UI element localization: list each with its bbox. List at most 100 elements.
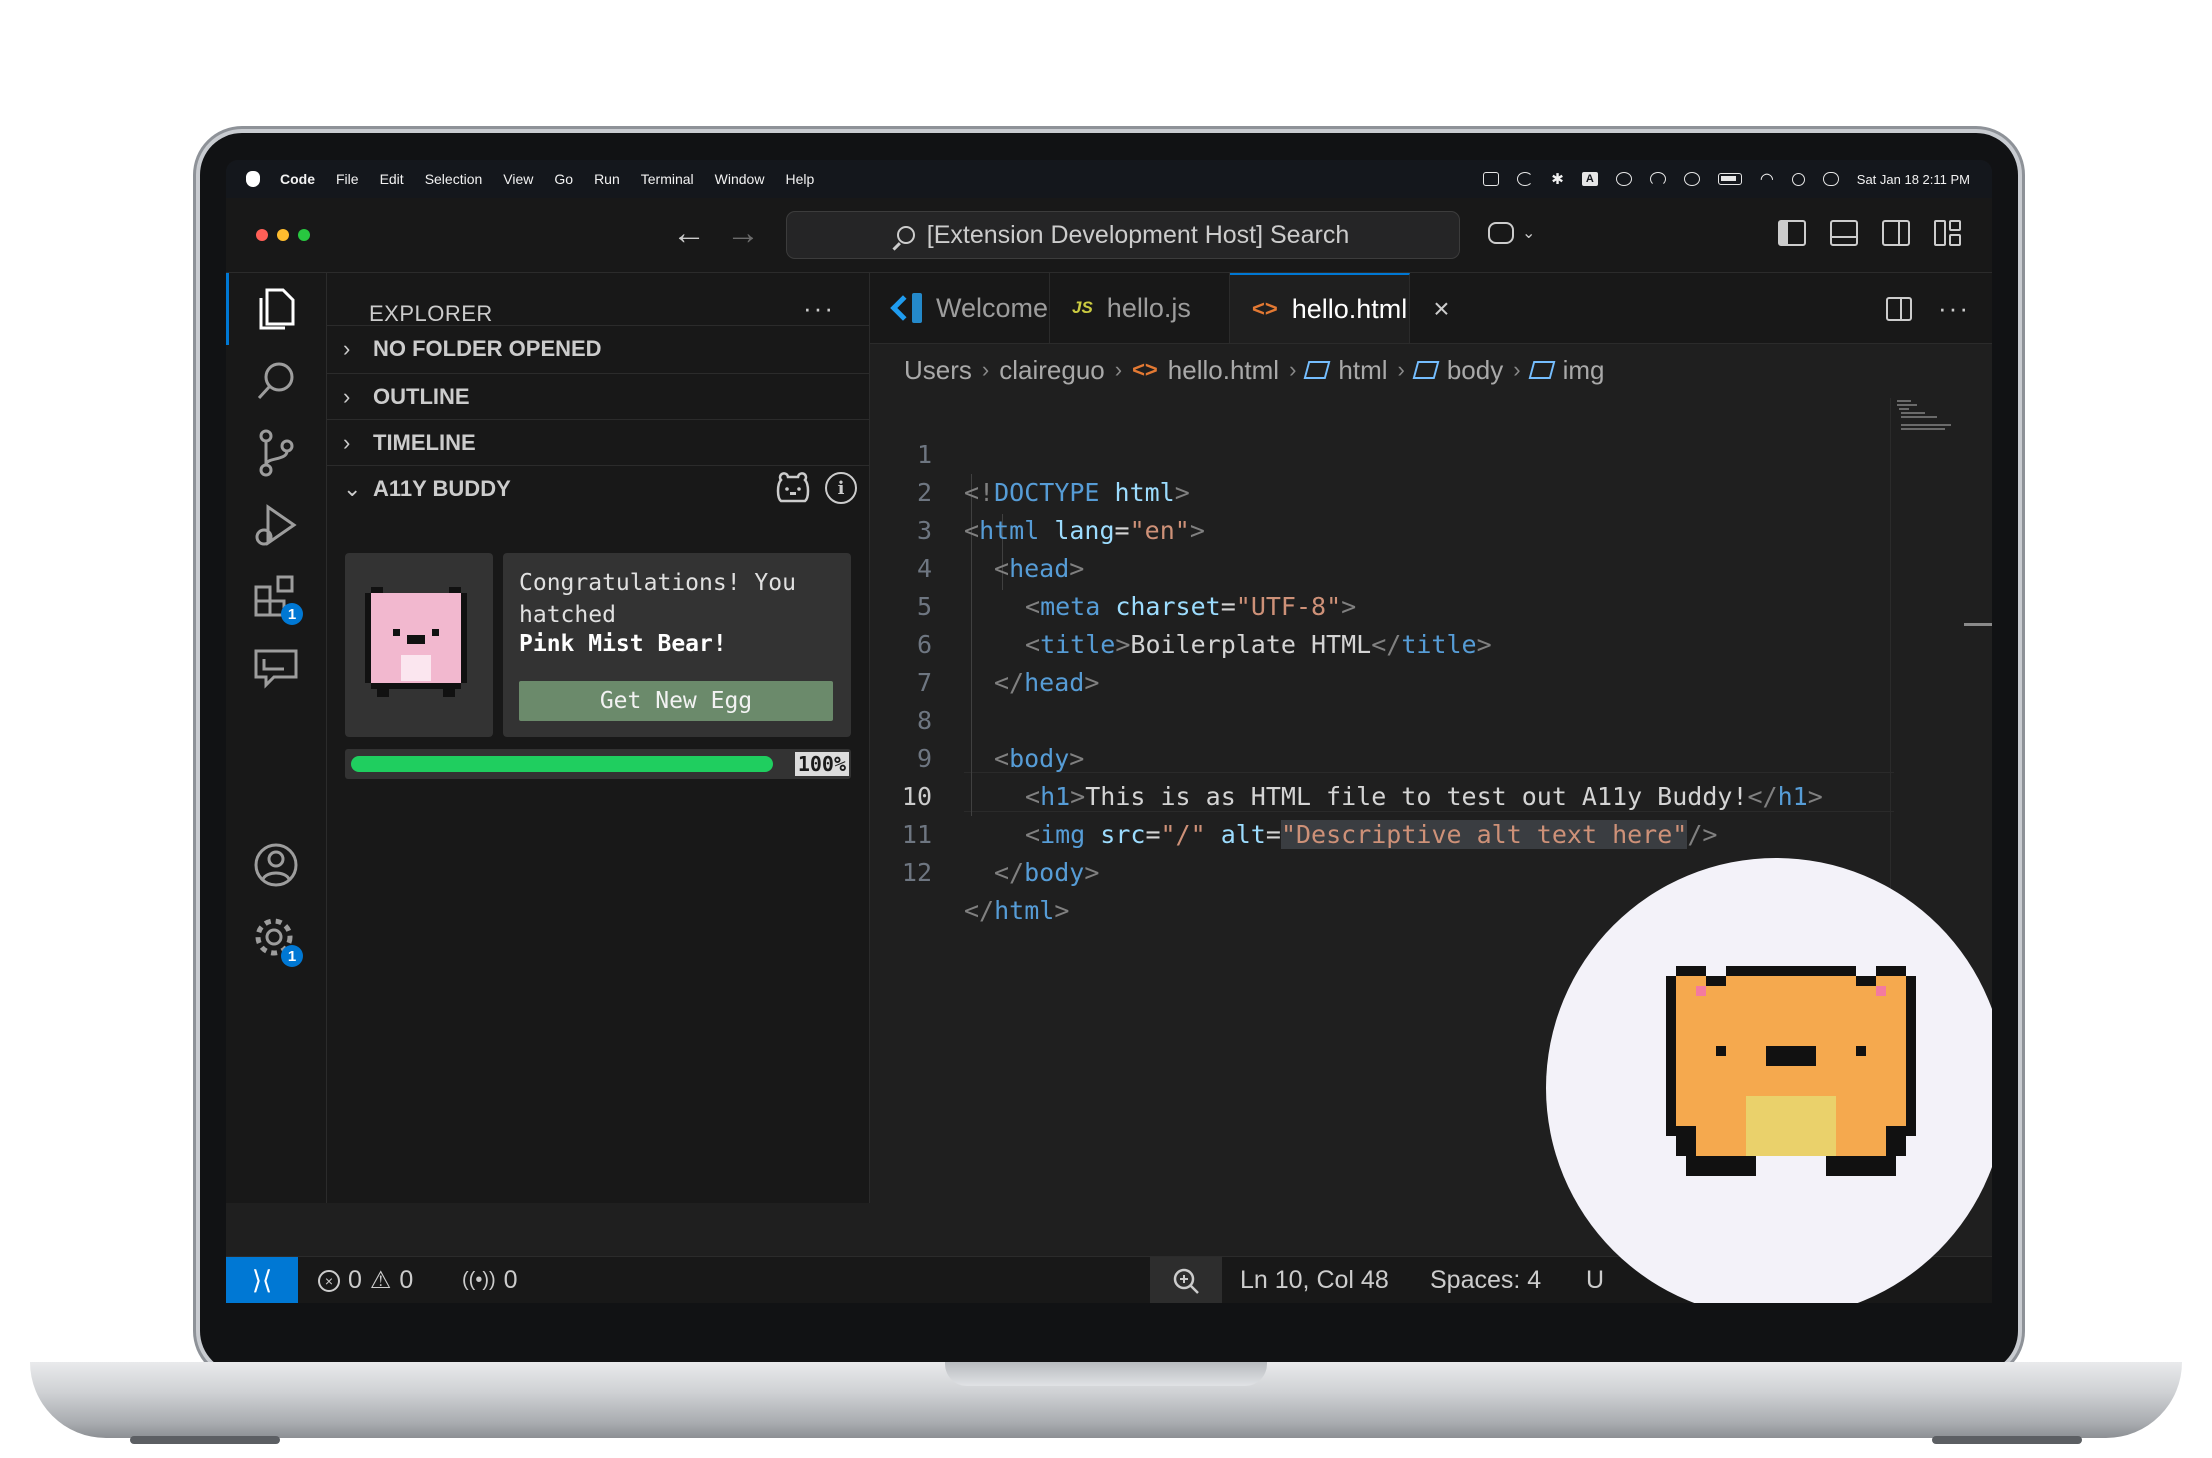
airdrop-icon[interactable] — [1615, 172, 1632, 186]
controls-icon[interactable] — [1483, 172, 1500, 186]
section-timeline[interactable]: › TIMELINE — [327, 419, 869, 466]
battery-icon[interactable] — [1717, 173, 1742, 185]
zoom-button[interactable] — [1150, 1257, 1222, 1303]
input-source-icon[interactable]: A — [1581, 172, 1598, 186]
symbol-element-icon — [1303, 361, 1331, 379]
breadcrumb-item[interactable]: img — [1563, 355, 1605, 386]
encoding-setting[interactable]: U — [1586, 1257, 1604, 1303]
line-number: 12 — [901, 858, 932, 887]
breadcrumb-item[interactable]: Users — [904, 355, 972, 386]
menu-run[interactable]: Run — [594, 171, 620, 187]
activity-explorer[interactable] — [226, 273, 326, 345]
remote-indicator-button[interactable]: ⟩⟨ — [226, 1257, 298, 1303]
menubar-clock[interactable]: Sat Jan 18 2:11 PM — [1857, 172, 1970, 187]
menu-selection[interactable]: Selection — [425, 171, 483, 187]
javascript-file-icon: JS — [1072, 298, 1093, 317]
buddy-avatar-card — [345, 553, 493, 737]
section-a11y-buddy[interactable]: ⌄ A11Y BUDDY i — [327, 465, 869, 512]
tab-hello-js[interactable]: JS hello.js — [1050, 273, 1230, 343]
menu-terminal[interactable]: Terminal — [641, 171, 694, 187]
code-line: 8 <body> — [870, 664, 1084, 773]
section-outline[interactable]: › OUTLINE — [327, 373, 869, 420]
menu-view[interactable]: View — [503, 171, 533, 187]
menu-help[interactable]: Help — [785, 171, 814, 187]
cursor-position[interactable]: Ln 10, Col 48 — [1240, 1257, 1389, 1303]
warning-icon: ⚠ — [369, 1267, 392, 1294]
activity-chat[interactable] — [226, 633, 326, 705]
toggle-panel-icon[interactable] — [1830, 220, 1858, 246]
orange-bear-pixel-icon — [1666, 966, 1916, 1176]
bear-face-icon[interactable] — [775, 472, 811, 506]
menu-file[interactable]: File — [336, 171, 359, 187]
menu-app-name[interactable]: Code — [280, 171, 315, 187]
html-file-icon: <> — [1252, 296, 1278, 321]
progress-label: 100% — [794, 752, 849, 776]
code-line: 9 <h1>This is as HTML file to test out A… — [870, 702, 1823, 811]
explorer-sidebar: EXPLORER ··· › NO FOLDER OPENED › OUTLIN… — [327, 273, 870, 1203]
activity-extensions[interactable]: 1 — [226, 561, 326, 633]
buddy-congrats-text: Congratulations! You hatched — [519, 570, 796, 628]
account-icon — [254, 843, 298, 887]
activity-source-control[interactable] — [226, 417, 326, 489]
forward-arrow-icon[interactable]: → — [726, 216, 760, 250]
tab-hello-html[interactable]: <> hello.html × — [1230, 273, 1450, 343]
code-line: 12 </html> — [870, 816, 1070, 925]
get-new-egg-button[interactable]: Get New Egg — [519, 681, 833, 721]
laptop-foot — [130, 1436, 280, 1444]
wifi-icon[interactable]: ◠ — [1760, 169, 1774, 189]
command-center-search[interactable]: [Extension Development Host] Search — [786, 211, 1460, 259]
indentation-setting[interactable]: Spaces: 4 — [1430, 1257, 1541, 1303]
zoom-window-button[interactable] — [298, 229, 310, 241]
breadcrumb-item[interactable]: hello.html — [1168, 355, 1279, 386]
copilot-menu[interactable]: ⌄ — [1488, 222, 1535, 244]
toggle-primary-sidebar-icon[interactable] — [1778, 220, 1806, 246]
chevron-right-icon: › — [1114, 357, 1123, 382]
code-line: 11 </body> — [870, 778, 1100, 887]
ports-button[interactable]: ((•)) 0 — [462, 1257, 518, 1303]
code-line: 10 <img src="/" alt="Descriptive alt tex… — [870, 740, 1717, 849]
apple-icon[interactable] — [246, 171, 260, 187]
command-center-label: [Extension Development Host] Search — [926, 220, 1350, 249]
minimize-window-button[interactable] — [277, 229, 289, 241]
section-no-folder[interactable]: › NO FOLDER OPENED — [327, 325, 869, 372]
activity-manage[interactable]: 1 — [226, 903, 326, 975]
more-actions-icon[interactable]: ··· — [1938, 293, 1970, 324]
symbol-element-icon — [1528, 361, 1555, 379]
menu-window[interactable]: Window — [715, 171, 765, 187]
breadcrumb-item[interactable]: claireguo — [999, 355, 1105, 386]
code-line: 7 — [870, 626, 960, 697]
info-icon[interactable]: i — [825, 472, 857, 504]
problems-button[interactable]: × 0 ⚠ 0 — [318, 1257, 413, 1303]
control-center-icon[interactable] — [1822, 172, 1839, 186]
code-line: 4 <meta charset="UTF-8"> — [870, 512, 1356, 621]
chevron-right-icon: › — [343, 430, 351, 455]
bluetooth-icon[interactable]: ✱ — [1551, 170, 1564, 188]
now-playing-icon[interactable] — [1683, 172, 1700, 186]
toggle-secondary-sidebar-icon[interactable] — [1882, 220, 1910, 246]
close-icon[interactable]: × — [1433, 293, 1449, 325]
activity-search[interactable] — [226, 345, 326, 417]
laptop-foot — [1932, 1436, 2082, 1444]
close-window-button[interactable] — [256, 229, 268, 241]
buddy-hatched-name: Pink Mist Bear! — [519, 631, 727, 657]
sidebar-title: EXPLORER — [369, 301, 493, 326]
scroll-position-marker — [1964, 623, 1992, 626]
activity-run-debug[interactable] — [226, 489, 326, 561]
breadcrumb-item[interactable]: body — [1447, 355, 1503, 386]
customize-layout-icon[interactable] — [1934, 220, 1962, 246]
chevron-right-icon: › — [1513, 357, 1521, 382]
chevron-down-icon: ⌄ — [1522, 225, 1536, 242]
focus-moon-icon[interactable] — [1517, 172, 1534, 186]
editor-tabs: Welcome JS hello.js <> hello.html × ··· — [870, 273, 1992, 344]
more-actions-icon[interactable]: ··· — [803, 293, 835, 324]
activity-bar: 1 1 — [226, 273, 327, 1203]
menu-edit[interactable]: Edit — [380, 171, 404, 187]
breadcrumb-item[interactable]: html — [1338, 355, 1387, 386]
back-arrow-icon[interactable]: ← — [672, 216, 706, 250]
headphones-icon[interactable] — [1649, 172, 1666, 186]
menu-go[interactable]: Go — [554, 171, 573, 187]
spotlight-icon[interactable] — [1791, 172, 1805, 186]
split-editor-icon[interactable] — [1886, 296, 1913, 321]
tab-welcome[interactable]: Welcome — [870, 273, 1050, 343]
activity-accounts[interactable] — [226, 829, 326, 901]
